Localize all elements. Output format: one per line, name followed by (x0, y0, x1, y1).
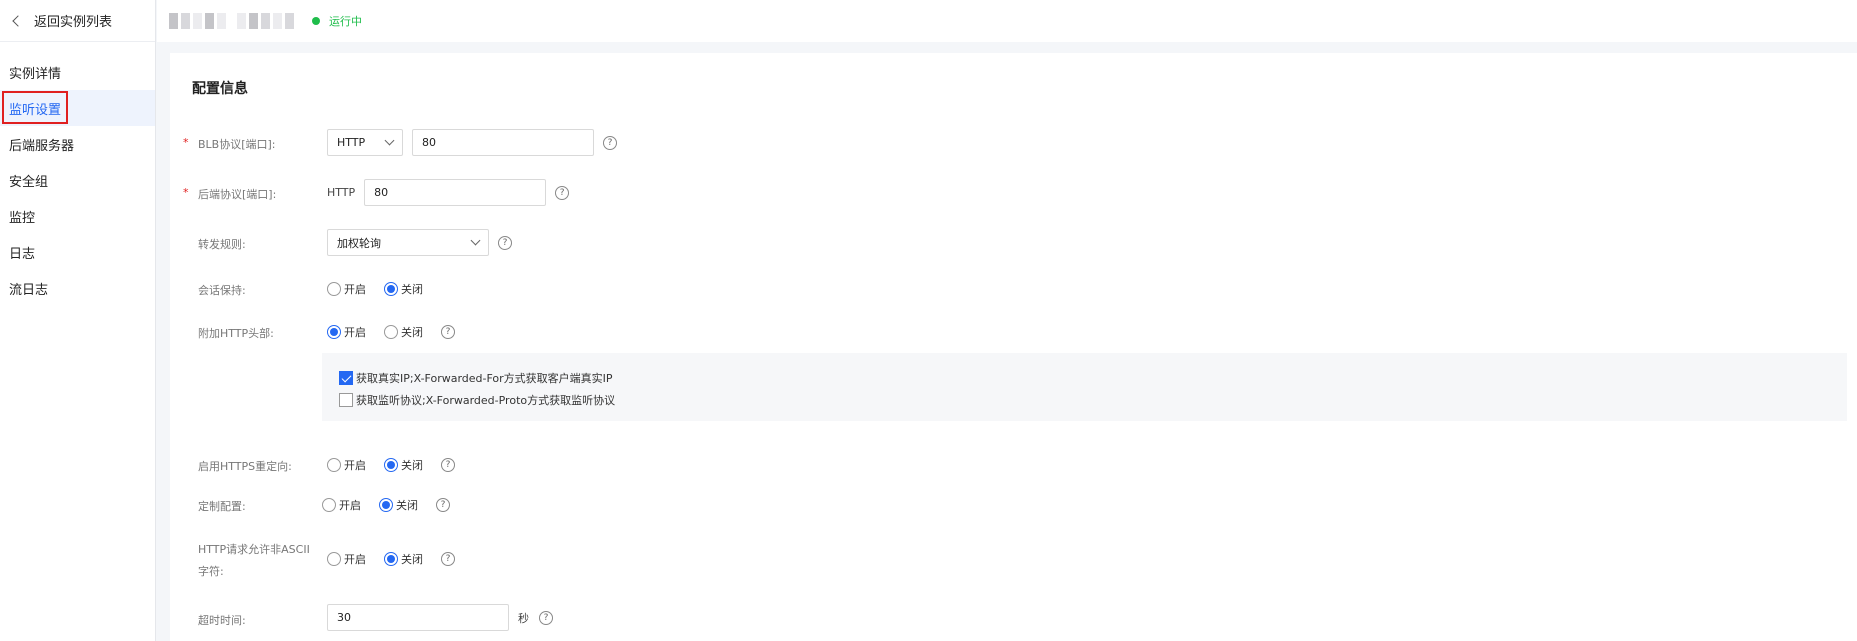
timeout-unit: 秒 (518, 611, 529, 625)
timeout-input[interactable]: 30 (327, 604, 509, 631)
sidebar-item-label: 后端服务器 (9, 138, 75, 154)
help-icon[interactable]: ? (539, 610, 553, 625)
instance-header: 运行中 (157, 0, 1857, 42)
https-redirect-label: 启用HTTPS重定向: (198, 460, 292, 473)
forward-rule-value: 加权轮询 (337, 236, 381, 250)
forward-rule-select[interactable]: 加权轮询 (327, 229, 489, 256)
session-keep-on-radio[interactable]: 开启 (327, 281, 366, 297)
header-options-panel: 获取真实IP;X-Forwarded-For方式获取客户端真实IP 获取监听协议… (322, 353, 1847, 421)
checkbox-checked-icon (339, 371, 353, 385)
sidebar-item-label: 流日志 (9, 282, 49, 298)
page-title: 配置信息 (192, 81, 248, 97)
sidebar: 返回实例列表 实例详情 监听设置 后端服务器 安全组 监控 日志 流日志 (0, 0, 156, 641)
help-icon[interactable]: ? (436, 498, 450, 512)
http-header-label: 附加HTTP头部: (198, 327, 274, 340)
sidebar-item-label: 安全组 (9, 174, 49, 190)
help-icon[interactable]: ? (603, 135, 617, 150)
custom-config-on-radio[interactable]: 开启 (322, 497, 361, 513)
non-ascii-off-radio[interactable]: 关闭 (384, 551, 423, 567)
blb-protocol-select[interactable]: HTTP (327, 129, 403, 156)
status-dot-icon (312, 17, 320, 25)
back-label: 返回实例列表 (34, 15, 113, 30)
status-badge: 运行中 (329, 15, 362, 28)
required-mark: * (183, 186, 189, 199)
backend-protocol-value: HTTP (327, 186, 356, 199)
blb-protocol-label: BLB协议[端口]: (198, 138, 276, 151)
sidebar-item-label: 监控 (9, 210, 36, 226)
forward-rule-label: 转发规则: (198, 238, 246, 251)
chevron-down-icon (384, 135, 395, 146)
http-header-off-radio[interactable]: 关闭 (384, 324, 423, 340)
real-ip-checkbox[interactable]: 获取真实IP;X-Forwarded-For方式获取客户端真实IP (339, 370, 613, 386)
help-icon[interactable]: ? (441, 552, 455, 566)
non-ascii-label-line2: 字符: (198, 565, 224, 578)
http-header-on-radio[interactable]: 开启 (327, 324, 366, 340)
sidebar-item-logs[interactable]: 日志 (0, 234, 155, 270)
non-ascii-label: HTTP请求允许非ASCII (198, 543, 310, 556)
sidebar-item-backend-servers[interactable]: 后端服务器 (0, 126, 155, 162)
help-icon[interactable]: ? (441, 325, 455, 339)
blb-port-value: 80 (422, 136, 436, 149)
backend-port-input[interactable]: 80 (364, 179, 547, 206)
help-icon[interactable]: ? (498, 235, 512, 250)
listener-protocol-label: 获取监听协议;X-Forwarded-Proto方式获取监听协议 (356, 394, 616, 407)
back-to-instance-list-button[interactable]: 返回实例列表 (0, 0, 155, 42)
blb-protocol-value: HTTP (337, 136, 366, 149)
sidebar-item-instance-detail[interactable]: 实例详情 (0, 54, 155, 90)
sidebar-item-listener-settings[interactable]: 监听设置 (0, 90, 155, 126)
timeout-value: 30 (337, 611, 351, 624)
help-icon[interactable]: ? (555, 185, 570, 200)
sidebar-item-label: 实例详情 (9, 66, 62, 82)
backend-protocol-label: 后端协议[端口]: (198, 188, 277, 201)
https-redirect-on-radio[interactable]: 开启 (327, 457, 366, 473)
custom-config-off-radio[interactable]: 关闭 (379, 497, 418, 513)
custom-config-label: 定制配置: (198, 500, 246, 513)
help-icon[interactable]: ? (441, 458, 455, 472)
sidebar-item-security-group[interactable]: 安全组 (0, 162, 155, 198)
blb-port-input[interactable]: 80 (412, 129, 594, 156)
chevron-left-icon (12, 14, 24, 27)
sidebar-nav: 实例详情 监听设置 后端服务器 安全组 监控 日志 流日志 (0, 42, 155, 306)
listener-protocol-checkbox[interactable]: 获取监听协议;X-Forwarded-Proto方式获取监听协议 (339, 392, 615, 408)
highlight-box (2, 91, 68, 124)
https-redirect-off-radio[interactable]: 关闭 (384, 457, 423, 473)
redacted-instance-name (169, 13, 294, 29)
sidebar-item-label: 日志 (9, 246, 36, 262)
chevron-down-icon (470, 235, 481, 246)
non-ascii-on-radio[interactable]: 开启 (327, 551, 366, 567)
timeout-label: 超时时间: (198, 614, 246, 627)
session-keep-label: 会话保持: (198, 284, 246, 297)
real-ip-label: 获取真实IP;X-Forwarded-For方式获取客户端真实IP (356, 372, 613, 385)
sidebar-item-flow-logs[interactable]: 流日志 (0, 270, 155, 306)
backend-port-value: 80 (374, 186, 389, 199)
checkbox-unchecked-icon (339, 393, 353, 407)
sidebar-item-monitoring[interactable]: 监控 (0, 198, 155, 234)
session-keep-off-radio[interactable]: 关闭 (384, 281, 423, 297)
config-card: 配置信息 * BLB协议[端口]: HTTP 80 ? * 后端协议[端口]: … (170, 53, 1857, 641)
required-mark: * (183, 136, 189, 149)
